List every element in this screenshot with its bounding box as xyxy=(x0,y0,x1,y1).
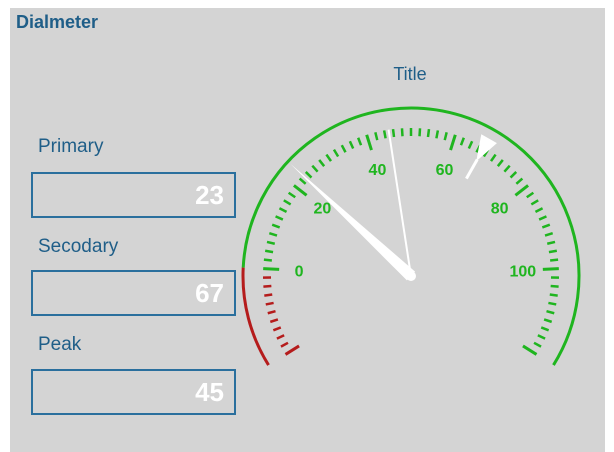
gauge-minor-tick xyxy=(426,128,431,138)
gauge-tick-label: 80 xyxy=(491,200,509,217)
gauge-minor-tick xyxy=(540,326,550,332)
gauge-minor-tick xyxy=(382,130,387,139)
needle-hub xyxy=(406,271,416,281)
gauge-minor-tick xyxy=(550,258,559,262)
gauge-major-tick xyxy=(522,344,538,356)
gauge-minor-tick xyxy=(550,284,559,288)
gauge-tick-label: 60 xyxy=(436,162,454,179)
gauge-minor-tick xyxy=(268,232,278,237)
gauge-major-tick xyxy=(449,134,457,151)
gauge-minor-tick xyxy=(304,171,313,179)
gauge-minor-tick xyxy=(298,177,307,185)
gauge-tick-label: 100 xyxy=(510,263,537,280)
gauge-minor-tick xyxy=(348,140,355,150)
gauge-major-tick xyxy=(514,184,529,197)
gauge-minor-tick xyxy=(496,159,504,167)
gauge-tick-label: 40 xyxy=(369,162,387,179)
gauge-minor-tick xyxy=(548,301,557,306)
gauge-major-tick xyxy=(263,267,280,271)
gauge-minor-tick xyxy=(269,318,279,324)
gauge-minor-tick xyxy=(544,232,554,237)
gauge-minor-tick xyxy=(467,140,474,150)
gauge-minor-tick xyxy=(311,164,319,173)
gauge-minor-tick xyxy=(443,132,448,141)
gauge-minor-tick xyxy=(533,341,542,348)
gauge-minor-tick xyxy=(509,171,518,179)
gauge-danger-arc xyxy=(241,267,270,366)
gauge-minor-tick xyxy=(275,215,284,221)
gauge-minor-tick xyxy=(280,341,289,348)
gauge-major-tick xyxy=(284,344,300,356)
gauge-minor-tick xyxy=(267,310,276,315)
gauge-minor-tick xyxy=(287,191,296,199)
gauge-minor-tick xyxy=(325,153,333,162)
gauge-minor-tick xyxy=(263,258,272,262)
gauge-minor-tick xyxy=(459,137,465,146)
dial-gauge: Title 0 20 40 60 80 100 xyxy=(241,64,581,366)
gauge-minor-tick xyxy=(264,293,273,297)
gauge-minor-tick xyxy=(515,177,524,185)
gauge-major-tick xyxy=(365,134,373,151)
gauge-minor-tick xyxy=(263,284,272,288)
gauge-minor-tick xyxy=(548,249,558,254)
secondary-marker-stem xyxy=(465,158,479,180)
gauge-major-tick xyxy=(542,267,559,271)
gauge-minor-tick xyxy=(537,334,546,340)
gauge-minor-tick xyxy=(340,144,347,153)
gauge-tick-label: 20 xyxy=(314,200,332,217)
gauge-scale-arc xyxy=(241,106,581,366)
gauge-minor-tick xyxy=(489,153,497,162)
gauge-minor-tick xyxy=(272,326,282,332)
gauge-minor-tick xyxy=(549,293,558,297)
gauge-minor-tick xyxy=(538,215,547,221)
gauge-minor-tick xyxy=(541,223,551,229)
gauge-minor-tick xyxy=(332,148,340,158)
gauge-minor-tick xyxy=(278,207,288,213)
gauge-minor-tick xyxy=(271,223,281,229)
gauge-title: Title xyxy=(393,64,426,84)
gauge-minor-tick xyxy=(276,334,285,340)
gauge-minor-tick xyxy=(266,240,276,245)
gauge-minor-tick xyxy=(526,191,535,199)
gauge-minor-tick xyxy=(374,132,379,141)
gauge-minor-tick xyxy=(543,318,553,324)
gauge-minor-tick xyxy=(503,164,511,173)
gauge-minor-tick xyxy=(391,128,396,138)
gauge-minor-tick xyxy=(435,130,440,139)
gauge-major-tick xyxy=(293,184,308,197)
gauge-minor-tick xyxy=(318,159,326,167)
gauge-minor-tick xyxy=(265,301,274,306)
gauge-minor-tick xyxy=(546,310,555,315)
gauge-minor-tick xyxy=(283,199,292,206)
gauge-minor-tick xyxy=(530,199,539,206)
gauge-minor-tick xyxy=(534,207,544,213)
gauge-minor-tick xyxy=(546,240,556,245)
gauge-minor-tick xyxy=(264,249,274,254)
gauge-tick-label: 0 xyxy=(295,263,304,280)
gauge-minor-tick xyxy=(357,137,363,146)
